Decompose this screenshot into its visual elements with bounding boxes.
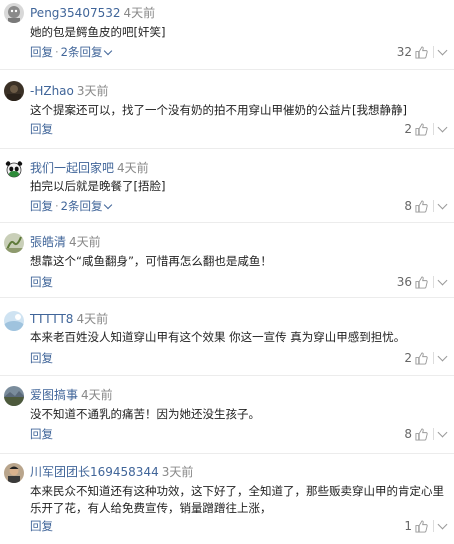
thumb-up-icon[interactable] — [415, 351, 428, 365]
comment-text: 她的包是鳄鱼皮的吧[奸笑] — [30, 25, 166, 39]
like-count: 36 — [396, 275, 412, 289]
comment-author[interactable]: 爱图搞事 — [30, 388, 78, 402]
reply-button[interactable]: 回复 — [30, 519, 53, 533]
like-count: 8 — [404, 427, 412, 441]
avatar[interactable] — [4, 159, 24, 179]
reply-button[interactable]: 回复 — [30, 351, 53, 365]
comment-header: 川军团团长169458344 3天前 — [30, 464, 193, 480]
like-count: 1 — [404, 519, 412, 533]
thumb-up-icon[interactable] — [415, 199, 428, 213]
comment-item: 爱图搞事 4天前 没不知道不通乳的痛苦！因为她还没生孩子。 回复 8 — [0, 376, 454, 454]
comment-time: 3天前 — [161, 465, 194, 479]
comment-actions: 回复 · 2条回复 — [30, 44, 113, 60]
comment-author[interactable]: TTTTT8 — [30, 312, 73, 326]
comment-time: 3天前 — [76, 84, 109, 98]
view-replies-button[interactable]: 2条回复 — [61, 45, 103, 59]
thumb-up-icon[interactable] — [415, 427, 428, 441]
thumb-up-icon[interactable] — [415, 275, 428, 289]
comment-actions: 回复 — [30, 518, 53, 534]
comment-item: Peng35407532 4天前 她的包是鳄鱼皮的吧[奸笑] 回复 · 2条回复 32 — [0, 0, 454, 70]
avatar[interactable] — [4, 81, 24, 101]
like-count: 32 — [396, 45, 412, 59]
comment-right-actions: 2 — [404, 350, 448, 366]
reply-button[interactable]: 回复 — [30, 427, 53, 441]
comment-author[interactable]: Peng35407532 — [30, 6, 121, 20]
comment-time: 4天前 — [76, 312, 109, 326]
comment-actions: 回复 — [30, 274, 53, 290]
comment-header: 張皓清 4天前 — [30, 234, 101, 250]
comment-right-actions: 8 — [404, 198, 448, 214]
thumb-up-icon[interactable] — [415, 45, 428, 59]
separator-dot: · — [55, 45, 59, 59]
chevron-down-icon[interactable] — [437, 427, 448, 437]
comment-text: 这个提案还可以，找了一个没有奶的拍不用穿山甲催奶的公益片[我想静静] — [30, 103, 407, 117]
comment-actions: 回复 — [30, 350, 53, 366]
comment-actions: 回复 — [30, 426, 53, 442]
comment-header: 我们一起回家吧 4天前 — [30, 160, 149, 176]
view-replies-button[interactable]: 2条回复 — [61, 199, 103, 213]
chevron-down-icon[interactable] — [437, 351, 448, 361]
reply-button[interactable]: 回复 — [30, 122, 53, 136]
divider — [433, 428, 434, 440]
avatar[interactable] — [4, 3, 24, 23]
comment-time: 4天前 — [81, 388, 113, 402]
comment-header: -HZhao 3天前 — [30, 83, 109, 99]
avatar[interactable] — [4, 463, 24, 483]
chevron-down-icon[interactable] — [437, 45, 448, 55]
comment-time: 4天前 — [117, 161, 149, 175]
comment-header: 爱图搞事 4天前 — [30, 387, 113, 403]
comment-item: TTTTT8 4天前 本来老百姓没人知道穿山甲有这个效果 你这一宣传 真为穿山甲感… — [0, 298, 454, 376]
avatar[interactable] — [4, 311, 24, 331]
thumb-up-icon[interactable] — [415, 122, 428, 136]
comment-right-actions: 8 — [404, 426, 448, 442]
comment-text: 拍完以后就是晚餐了[捂脸] — [30, 179, 166, 193]
comment-list: Peng35407532 4天前 她的包是鳄鱼皮的吧[奸笑] 回复 · 2条回复 32… — [0, 0, 454, 544]
chevron-down-icon[interactable] — [437, 122, 448, 132]
comment-text: 本来民众不知道还有这种功效，这下好了，全知道了，那些贩卖穿山甲的肯定心里乐开了花… — [30, 484, 444, 515]
comment-author[interactable]: 我们一起回家吧 — [30, 161, 114, 175]
comment-text: 想靠这个“咸鱼翻身”，可惜再怎么翻也是咸鱼！ — [30, 254, 272, 268]
comment-actions: 回复 — [30, 121, 53, 137]
comment-author[interactable]: 川军团团长169458344 — [30, 465, 159, 479]
comment-text: 本来老百姓没人知道穿山甲有这个效果 你这一宣传 真为穿山甲感到担忧。 — [30, 330, 406, 344]
divider — [433, 352, 434, 364]
thumb-up-icon[interactable] — [415, 519, 428, 533]
chevron-down-icon[interactable] — [104, 200, 113, 210]
comment-item: 我们一起回家吧 4天前 拍完以后就是晚餐了[捂脸] 回复 · 2条回复 8 — [0, 149, 454, 223]
comment-header: TTTTT8 4天前 — [30, 311, 108, 327]
reply-button[interactable]: 回复 — [30, 275, 53, 289]
like-count: 2 — [404, 122, 412, 136]
divider — [433, 46, 434, 58]
comment-right-actions: 1 — [404, 518, 448, 534]
comment-item: 張皓清 4天前 想靠这个“咸鱼翻身”，可惜再怎么翻也是咸鱼！ 回复 36 — [0, 223, 454, 298]
separator-dot: · — [55, 199, 59, 213]
comment-item: -HZhao 3天前 这个提案还可以，找了一个没有奶的拍不用穿山甲催奶的公益片[我… — [0, 70, 454, 149]
reply-button[interactable]: 回复 — [30, 45, 53, 59]
comment-author[interactable]: 張皓清 — [30, 235, 66, 249]
divider — [433, 123, 434, 135]
comment-right-actions: 36 — [396, 274, 448, 290]
divider — [433, 276, 434, 288]
comment-header: Peng35407532 4天前 — [30, 5, 155, 21]
comment-time: 4天前 — [123, 6, 156, 20]
comment-time: 4天前 — [69, 235, 101, 249]
reply-button[interactable]: 回复 — [30, 199, 53, 213]
comment-author[interactable]: -HZhao — [30, 84, 74, 98]
chevron-down-icon[interactable] — [104, 46, 113, 56]
divider — [433, 520, 434, 532]
comment-right-actions: 2 — [404, 121, 448, 137]
chevron-down-icon[interactable] — [437, 275, 448, 285]
chevron-down-icon[interactable] — [437, 519, 448, 529]
comment-right-actions: 32 — [396, 44, 448, 60]
like-count: 2 — [404, 351, 412, 365]
comment-actions: 回复 · 2条回复 — [30, 198, 113, 214]
comment-text: 没不知道不通乳的痛苦！因为她还没生孩子。 — [30, 407, 260, 421]
chevron-down-icon[interactable] — [437, 199, 448, 209]
avatar[interactable] — [4, 233, 24, 253]
divider — [433, 200, 434, 212]
like-count: 8 — [404, 199, 412, 213]
comment-item: 川军团团长169458344 3天前 本来民众不知道还有这种功效，这下好了，全知道… — [0, 454, 454, 544]
avatar[interactable] — [4, 386, 24, 406]
